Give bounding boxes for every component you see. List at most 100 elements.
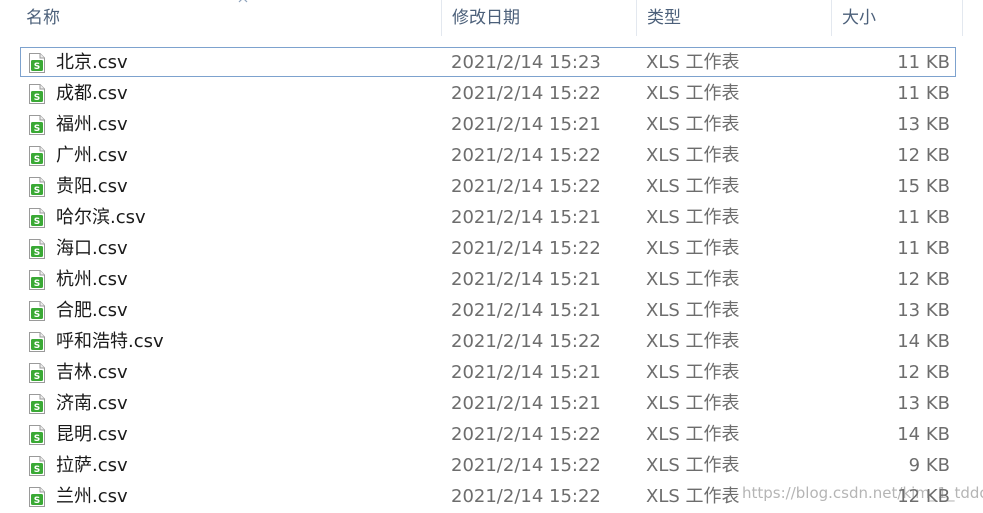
file-type: XLS 工作表 xyxy=(646,114,740,135)
svg-text:S: S xyxy=(34,124,40,134)
file-modified-date: 2021/2/14 15:22 xyxy=(451,176,601,197)
file-list: S 北京.csv 2021/2/14 15:23 XLS 工作表 11 KB S 成都.cs… xyxy=(0,47,983,512)
file-name[interactable]: 合肥.csv xyxy=(56,295,128,326)
file-size: 13 KB xyxy=(897,393,950,414)
column-header-type[interactable]: 类型 xyxy=(637,0,832,36)
file-size: 12 KB xyxy=(897,486,950,507)
file-modified-date: 2021/2/14 15:21 xyxy=(451,362,601,383)
file-row[interactable]: S 拉萨.csv 2021/2/14 15:22 XLS 工作表 9 KB xyxy=(0,450,983,481)
column-header-date-label: 修改日期 xyxy=(452,8,520,28)
file-name[interactable]: 哈尔滨.csv xyxy=(56,202,146,233)
file-size: 11 KB xyxy=(897,52,950,73)
spreadsheet-file-icon: S xyxy=(29,270,45,290)
file-size: 12 KB xyxy=(897,362,950,383)
file-modified-date: 2021/2/14 15:21 xyxy=(451,393,601,414)
spreadsheet-file-icon: S xyxy=(29,332,45,352)
file-name[interactable]: 兰州.csv xyxy=(56,481,128,512)
spreadsheet-file-icon: S xyxy=(29,239,45,259)
svg-text:S: S xyxy=(34,310,40,320)
file-type: XLS 工作表 xyxy=(646,300,740,321)
svg-text:S: S xyxy=(34,341,40,351)
file-size: 14 KB xyxy=(897,424,950,445)
file-row[interactable]: S 哈尔滨.csv 2021/2/14 15:21 XLS 工作表 11 KB xyxy=(0,202,983,233)
file-modified-date: 2021/2/14 15:22 xyxy=(451,331,601,352)
file-size: 9 KB xyxy=(908,455,950,476)
file-name[interactable]: 海口.csv xyxy=(56,233,128,264)
file-row[interactable]: S 济南.csv 2021/2/14 15:21 XLS 工作表 13 KB xyxy=(0,388,983,419)
file-type: XLS 工作表 xyxy=(646,331,740,352)
file-row[interactable]: S 成都.csv 2021/2/14 15:22 XLS 工作表 11 KB xyxy=(0,78,983,109)
file-name[interactable]: 广州.csv xyxy=(56,140,128,171)
file-type: XLS 工作表 xyxy=(646,424,740,445)
svg-text:S: S xyxy=(34,248,40,258)
file-modified-date: 2021/2/14 15:22 xyxy=(451,238,601,259)
file-name[interactable]: 北京.csv xyxy=(56,47,128,78)
svg-text:S: S xyxy=(34,217,40,227)
file-modified-date: 2021/2/14 15:21 xyxy=(451,269,601,290)
file-explorer: 名称 修改日期 类型 大小 S 北京.csv 2021/2/14 15:23 XLS … xyxy=(0,0,983,513)
file-modified-date: 2021/2/14 15:22 xyxy=(451,424,601,445)
column-header-name[interactable]: 名称 xyxy=(16,0,442,36)
file-type: XLS 工作表 xyxy=(646,52,740,73)
column-header-date[interactable]: 修改日期 xyxy=(442,0,637,36)
file-name[interactable]: 福州.csv xyxy=(56,109,128,140)
file-modified-date: 2021/2/14 15:23 xyxy=(451,52,601,73)
file-name[interactable]: 吉林.csv xyxy=(56,357,128,388)
spreadsheet-file-icon: S xyxy=(29,425,45,445)
svg-text:S: S xyxy=(34,155,40,165)
file-row[interactable]: S 吉林.csv 2021/2/14 15:21 XLS 工作表 12 KB xyxy=(0,357,983,388)
file-row[interactable]: S 海口.csv 2021/2/14 15:22 XLS 工作表 11 KB xyxy=(0,233,983,264)
file-row[interactable]: S 北京.csv 2021/2/14 15:23 XLS 工作表 11 KB xyxy=(0,47,983,78)
file-type: XLS 工作表 xyxy=(646,362,740,383)
column-header-size[interactable]: 大小 xyxy=(832,0,963,36)
file-type: XLS 工作表 xyxy=(646,207,740,228)
file-name[interactable]: 贵阳.csv xyxy=(56,171,128,202)
file-name[interactable]: 济南.csv xyxy=(56,388,128,419)
spreadsheet-file-icon: S xyxy=(29,363,45,383)
svg-text:S: S xyxy=(34,372,40,382)
file-modified-date: 2021/2/14 15:22 xyxy=(451,455,601,476)
file-name[interactable]: 杭州.csv xyxy=(56,264,128,295)
file-name[interactable]: 成都.csv xyxy=(56,78,128,109)
file-row[interactable]: S 兰州.csv 2021/2/14 15:22 XLS 工作表 12 KB xyxy=(0,481,983,512)
file-name[interactable]: 拉萨.csv xyxy=(56,450,128,481)
spreadsheet-file-icon: S xyxy=(29,394,45,414)
file-size: 13 KB xyxy=(897,300,950,321)
file-name[interactable]: 呼和浩特.csv xyxy=(56,326,164,357)
file-row[interactable]: S 昆明.csv 2021/2/14 15:22 XLS 工作表 14 KB xyxy=(0,419,983,450)
spreadsheet-file-icon: S xyxy=(29,177,45,197)
column-header-name-label: 名称 xyxy=(26,8,60,28)
column-header-type-label: 类型 xyxy=(647,8,681,28)
spreadsheet-file-icon: S xyxy=(29,487,45,507)
svg-text:S: S xyxy=(34,186,40,196)
file-row[interactable]: S 合肥.csv 2021/2/14 15:21 XLS 工作表 13 KB xyxy=(0,295,983,326)
file-size: 15 KB xyxy=(897,176,950,197)
spreadsheet-file-icon: S xyxy=(29,301,45,321)
svg-text:S: S xyxy=(34,465,40,475)
file-size: 14 KB xyxy=(897,331,950,352)
spreadsheet-file-icon: S xyxy=(29,456,45,476)
sort-ascending-icon xyxy=(238,0,248,3)
file-row[interactable]: S 杭州.csv 2021/2/14 15:21 XLS 工作表 12 KB xyxy=(0,264,983,295)
file-modified-date: 2021/2/14 15:21 xyxy=(451,300,601,321)
column-header-size-label: 大小 xyxy=(842,8,876,28)
file-row[interactable]: S 贵阳.csv 2021/2/14 15:22 XLS 工作表 15 KB xyxy=(0,171,983,202)
file-type: XLS 工作表 xyxy=(646,486,740,507)
file-modified-date: 2021/2/14 15:22 xyxy=(451,83,601,104)
file-size: 12 KB xyxy=(897,145,950,166)
file-modified-date: 2021/2/14 15:22 xyxy=(451,145,601,166)
file-size: 11 KB xyxy=(897,238,950,259)
file-type: XLS 工作表 xyxy=(646,269,740,290)
file-type: XLS 工作表 xyxy=(646,238,740,259)
file-type: XLS 工作表 xyxy=(646,83,740,104)
file-name[interactable]: 昆明.csv xyxy=(56,419,128,450)
svg-text:S: S xyxy=(34,62,40,72)
file-row[interactable]: S 广州.csv 2021/2/14 15:22 XLS 工作表 12 KB xyxy=(0,140,983,171)
file-row[interactable]: S 呼和浩特.csv 2021/2/14 15:22 XLS 工作表 14 KB xyxy=(0,326,983,357)
svg-text:S: S xyxy=(34,434,40,444)
file-type: XLS 工作表 xyxy=(646,145,740,166)
file-row[interactable]: S 福州.csv 2021/2/14 15:21 XLS 工作表 13 KB xyxy=(0,109,983,140)
file-size: 12 KB xyxy=(897,269,950,290)
svg-text:S: S xyxy=(34,279,40,289)
spreadsheet-file-icon: S xyxy=(29,208,45,228)
